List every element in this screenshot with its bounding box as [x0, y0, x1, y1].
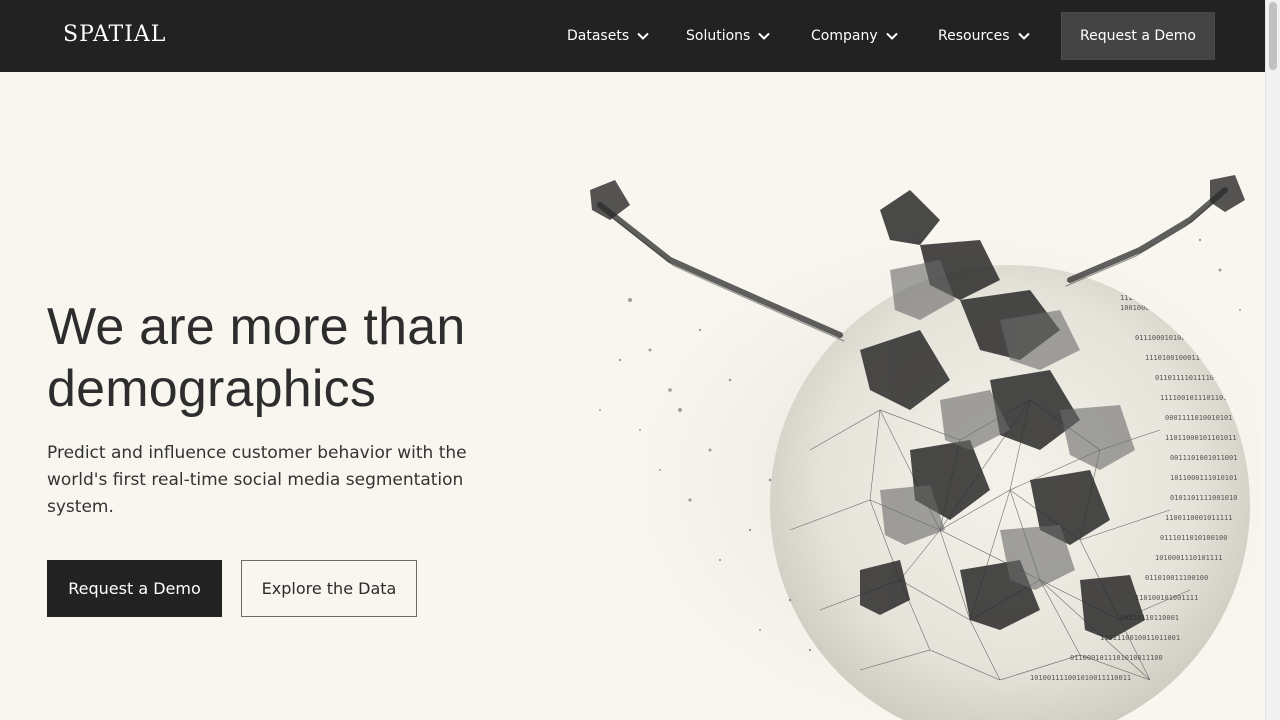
svg-text:0101101111001010: 0101101111001010 — [1170, 494, 1237, 502]
svg-text:1100110001011111: 1100110001011111 — [1165, 514, 1232, 522]
chevron-down-icon — [1017, 32, 1030, 40]
hero-title-line-2: demographics — [47, 360, 377, 418]
page-scrollbar[interactable] — [1265, 0, 1280, 720]
chevron-down-icon — [885, 32, 898, 40]
nav-datasets[interactable]: Datasets — [567, 0, 649, 72]
header-request-demo-button[interactable]: Request a Demo — [1061, 12, 1215, 60]
nav-datasets-label: Datasets — [567, 28, 630, 44]
nav-resources[interactable]: Resources — [938, 0, 1030, 72]
nav-resources-label: Resources — [938, 28, 1010, 44]
nav-solutions[interactable]: Solutions — [686, 0, 771, 72]
hero-title-line-1: We are more than — [47, 298, 466, 356]
scrollbar-thumb[interactable] — [1269, 2, 1277, 70]
svg-text:0110001011101010011100: 0110001011101010011100 — [1070, 654, 1163, 662]
hero-subtitle: Predict and influence customer behavior … — [47, 443, 467, 517]
svg-text:1010001110101111: 1010001110101111 — [1155, 554, 1222, 562]
svg-text:110100101001111: 110100101001111 — [1135, 594, 1198, 602]
nav-company[interactable]: Company — [811, 0, 898, 72]
svg-text:0001111010010101: 0001111010010101 — [1165, 414, 1232, 422]
svg-text:0011101001011001: 0011101001011001 — [1170, 454, 1237, 462]
spatial-logo[interactable]: SPATIAL — [63, 21, 166, 49]
chevron-down-icon — [758, 32, 771, 40]
person-globe-network-illustration: 111101110101101 100100011111101 01110001… — [590, 175, 1260, 720]
hero-title: We are more than demographics — [47, 296, 567, 420]
svg-text:11011000101101011: 11011000101101011 — [1165, 434, 1237, 442]
explore-data-button[interactable]: Explore the Data — [241, 560, 417, 617]
svg-text:101001111001010011110011: 101001111001010011110011 — [1030, 674, 1131, 682]
svg-text:1011000111010101: 1011000111010101 — [1170, 474, 1237, 482]
svg-text:0111011010100100: 0111011010100100 — [1160, 534, 1227, 542]
nav-company-label: Company — [811, 28, 878, 44]
svg-text:011010011100100: 011010011100100 — [1145, 574, 1208, 582]
nav-solutions-label: Solutions — [686, 28, 751, 44]
request-demo-button[interactable]: Request a Demo — [47, 560, 222, 617]
svg-text:1111001011101101: 1111001011101101 — [1160, 394, 1227, 402]
top-navigation-bar: SPATIAL Datasets Solutions Company Resou… — [0, 0, 1265, 72]
chevron-down-icon — [637, 32, 649, 40]
